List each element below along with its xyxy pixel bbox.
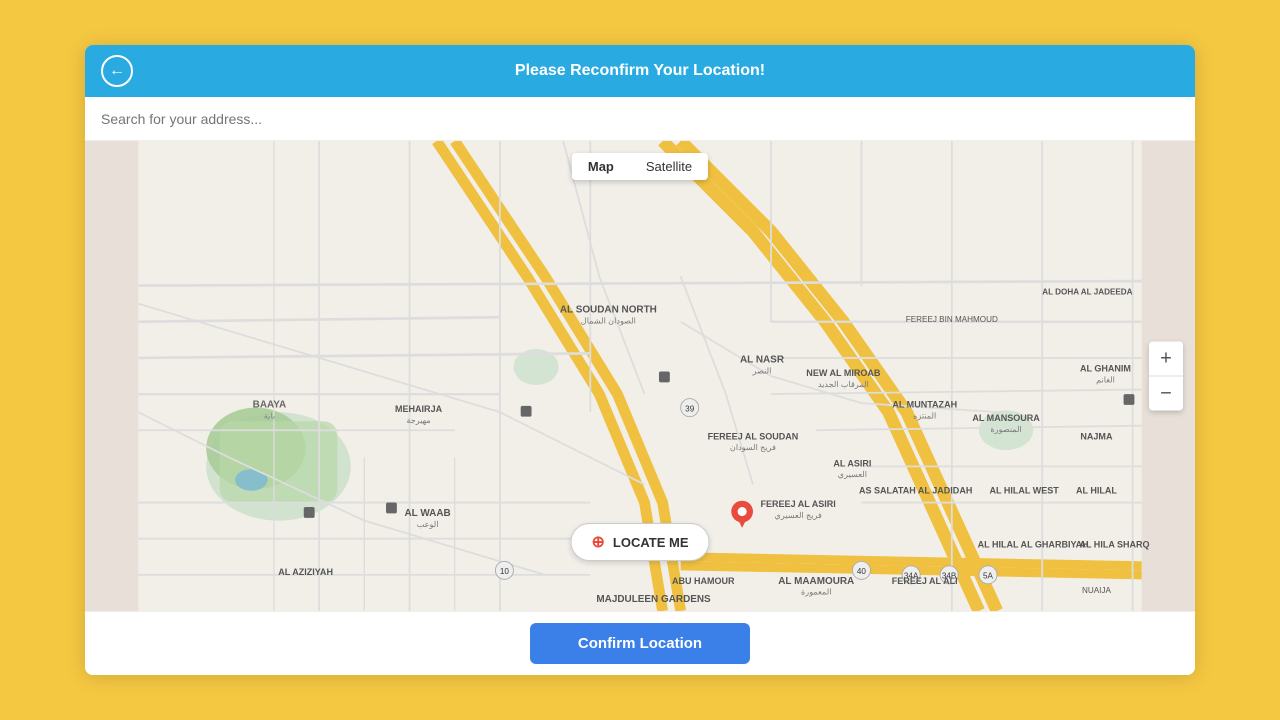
map-type-map-button[interactable]: Map	[572, 153, 630, 180]
search-input[interactable]	[101, 111, 1179, 127]
footer: Confirm Location	[85, 611, 1195, 675]
svg-text:NEW AL MIROAB: NEW AL MIROAB	[806, 368, 881, 378]
svg-text:ABU HAMOUR: ABU HAMOUR	[672, 576, 735, 586]
svg-text:MAJDULEEN GARDENS: MAJDULEEN GARDENS	[596, 594, 711, 605]
svg-text:AS SALATAH AL JADIDAH: AS SALATAH AL JADIDAH	[859, 486, 972, 496]
header: ← Please Reconfirm Your Location!	[85, 45, 1195, 97]
svg-text:5A: 5A	[983, 571, 994, 580]
locate-icon: ⊕	[592, 532, 605, 552]
svg-text:AL HILAL WEST: AL HILAL WEST	[989, 486, 1059, 496]
zoom-in-button[interactable]: +	[1149, 342, 1183, 376]
map-area: 10 40 34A 34B 5A 39 AL SOUDAN NORTH الصو…	[85, 141, 1195, 611]
back-icon: ←	[109, 62, 125, 80]
svg-text:AL DOHA AL JADEEDA: AL DOHA AL JADEEDA	[1042, 288, 1132, 297]
svg-text:FEREEJ AL SOUDAN: FEREEJ AL SOUDAN	[708, 431, 799, 441]
svg-text:العسيري: العسيري	[838, 470, 867, 479]
svg-text:FEREEJ AL ALI: FEREEJ AL ALI	[892, 576, 958, 586]
svg-text:AL MUNTAZAH: AL MUNTAZAH	[892, 400, 957, 410]
svg-text:AL HILA SHARQ: AL HILA SHARQ	[1079, 540, 1149, 550]
header-title: Please Reconfirm Your Location!	[515, 62, 765, 80]
svg-text:الوعب: الوعب	[417, 520, 439, 529]
svg-text:المنتزه: المنتزه	[913, 411, 936, 420]
locate-me-label: LOCATE ME	[613, 535, 689, 550]
svg-text:10: 10	[500, 567, 510, 576]
map-type-toggle: Map Satellite	[572, 153, 708, 180]
svg-text:40: 40	[857, 567, 867, 576]
locate-me-button[interactable]: ⊕ LOCATE ME	[571, 523, 710, 561]
svg-text:فريج العسيري: فريج العسيري	[775, 511, 822, 520]
svg-text:FEREEJ AL ASIRI: FEREEJ AL ASIRI	[761, 499, 836, 509]
svg-text:الصودان الشمال: الصودان الشمال	[581, 317, 636, 326]
svg-text:FEREEJ BIN MAHMOUD: FEREEJ BIN MAHMOUD	[906, 315, 998, 324]
back-button[interactable]: ←	[101, 55, 133, 87]
svg-text:AL NASR: AL NASR	[740, 354, 784, 365]
svg-text:AL AZIZIYAH: AL AZIZIYAH	[278, 567, 333, 577]
zoom-controls: + −	[1149, 342, 1183, 411]
svg-text:AL HILAL: AL HILAL	[1076, 486, 1117, 496]
svg-text:AL SOUDAN NORTH: AL SOUDAN NORTH	[560, 305, 657, 316]
svg-text:الغانم: الغانم	[1096, 375, 1115, 384]
svg-text:39: 39	[685, 404, 695, 413]
svg-text:النصر: النصر	[752, 366, 772, 375]
svg-text:المرقاب الجديد: المرقاب الجديد	[818, 380, 869, 389]
search-bar	[85, 97, 1195, 141]
map-type-satellite-button[interactable]: Satellite	[630, 153, 708, 180]
svg-text:AL WAAB: AL WAAB	[404, 508, 450, 519]
svg-text:مهيرجة: مهيرجة	[406, 416, 430, 425]
svg-text:NUAIJA: NUAIJA	[1082, 586, 1111, 595]
svg-text:BAAYA: BAAYA	[253, 400, 287, 411]
svg-text:NAJMA: NAJMA	[1080, 431, 1113, 441]
svg-text:AL MAAMOURA: AL MAAMOURA	[778, 576, 854, 587]
app-container: ← Please Reconfirm Your Location!	[85, 45, 1195, 675]
svg-text:AL HILAL AL GHARBIYAH: AL HILAL AL GHARBIYAH	[978, 540, 1089, 550]
svg-text:باية: باية	[264, 411, 275, 420]
svg-text:AL ASIRI: AL ASIRI	[833, 458, 871, 468]
svg-text:AL MANSOURA: AL MANSOURA	[972, 413, 1040, 423]
svg-text:AL GHANIM: AL GHANIM	[1080, 363, 1131, 373]
svg-text:المعمورة: المعمورة	[801, 588, 831, 597]
zoom-out-button[interactable]: −	[1149, 377, 1183, 411]
svg-text:فريج السودان: فريج السودان	[730, 443, 776, 452]
confirm-location-button[interactable]: Confirm Location	[530, 623, 750, 664]
svg-text:المنصورة: المنصورة	[990, 425, 1021, 434]
svg-text:MEHAIRJA: MEHAIRJA	[395, 404, 443, 414]
